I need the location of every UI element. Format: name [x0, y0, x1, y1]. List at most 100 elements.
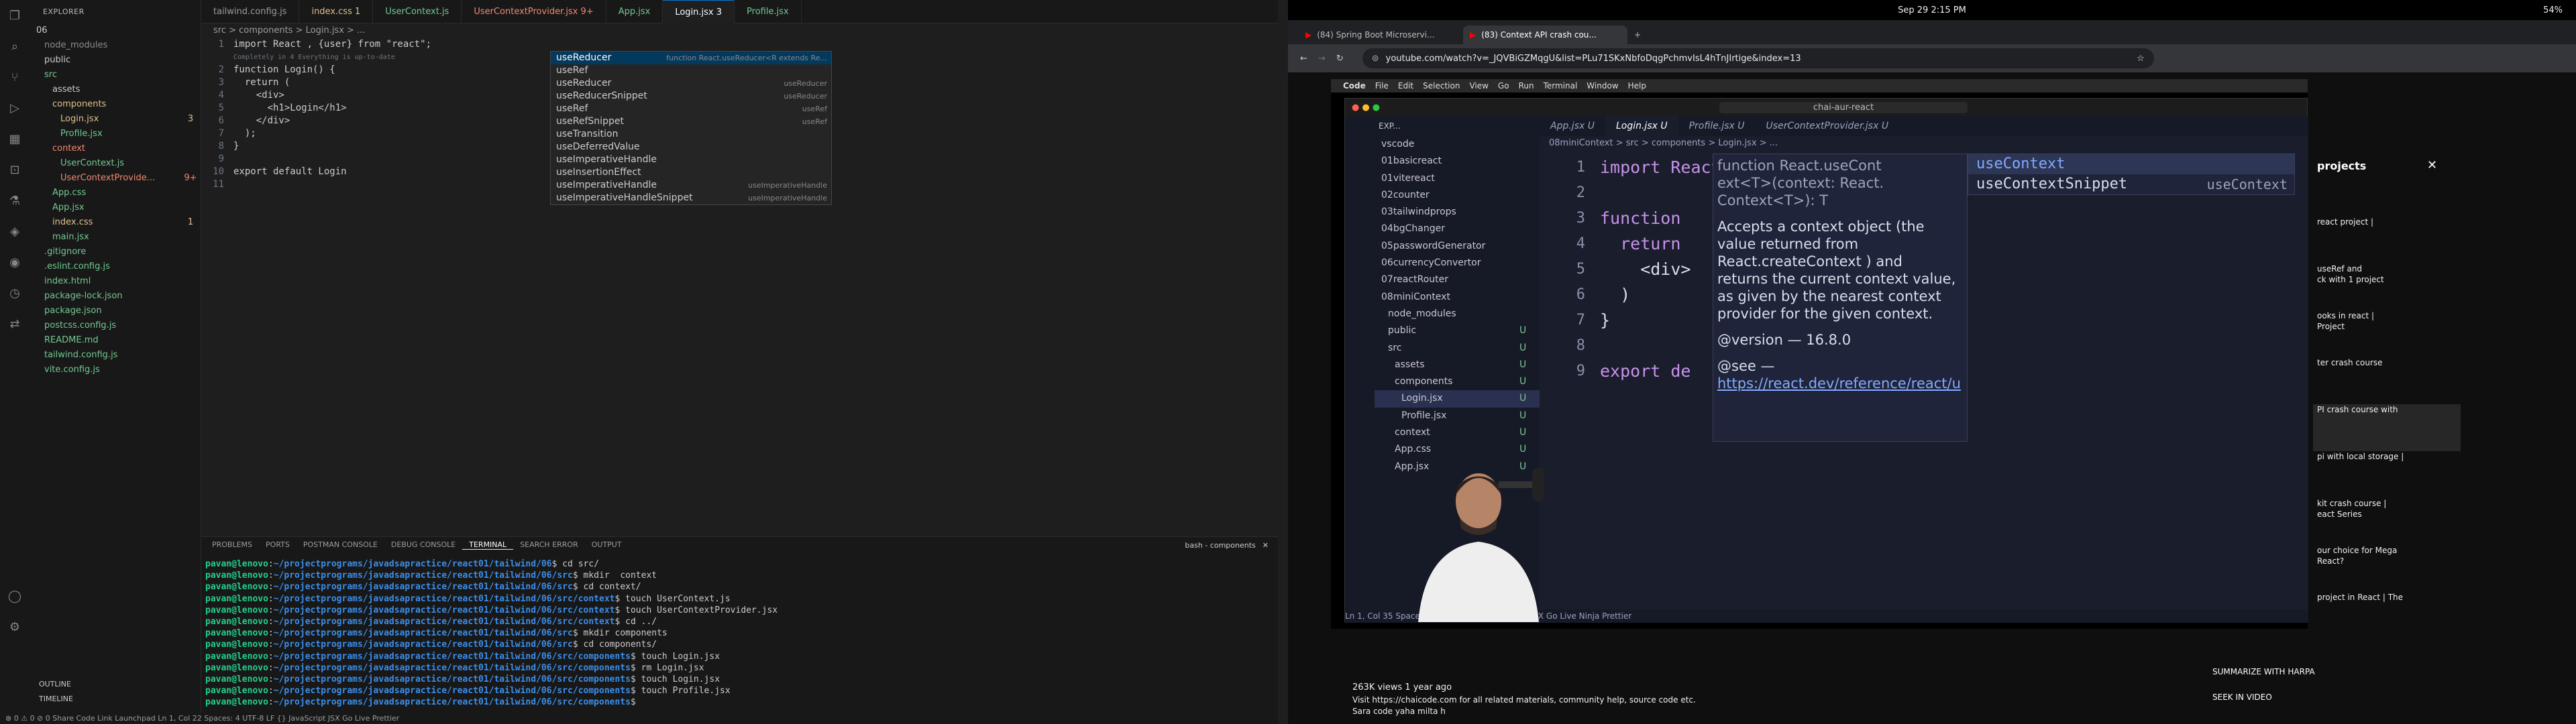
- live-share-icon[interactable]: ⇄: [0, 308, 30, 339]
- summarize-button[interactable]: SUMMARIZE WITH HARPA: [2212, 667, 2315, 676]
- recorded-file-tree: vscode 01basicreact 01vitereact 02counter 03…: [1345, 136, 1540, 475]
- tree-item[interactable]: tailwind.config.js: [30, 348, 201, 363]
- panel-tab[interactable]: PORTS: [259, 540, 297, 550]
- tree-item[interactable]: node_modules: [30, 38, 201, 53]
- editor-tab[interactable]: UserContextProvider.jsx 9+: [462, 0, 606, 23]
- playlist-item[interactable]: react project |: [2313, 217, 2461, 263]
- search-icon[interactable]: ⌕: [0, 31, 30, 62]
- remote-icon[interactable]: ⊡: [0, 154, 30, 185]
- panel-tab[interactable]: SEARCH ERROR: [513, 540, 585, 550]
- outline-section-outline[interactable]: OUTLINE: [30, 677, 201, 692]
- recorded-line-number: 2: [1576, 184, 1585, 201]
- playlist-item[interactable]: PI crash course with: [2313, 404, 2461, 451]
- suggest-item[interactable]: useReducerSnippet useReducer: [551, 90, 831, 103]
- tree-item[interactable]: package.json: [30, 304, 201, 318]
- tree-item[interactable]: assets: [30, 82, 201, 97]
- breadcrumb[interactable]: src > components > Login.jsx > ...: [201, 23, 1278, 38]
- suggest-item[interactable]: useRefSnippet useRef: [551, 115, 831, 128]
- editor-tab[interactable]: index.css 1: [299, 0, 374, 23]
- tree-item[interactable]: index.css 1: [30, 215, 201, 230]
- description-link-line[interactable]: Visit https://chaicode.com for all relat…: [1352, 695, 1696, 705]
- settings-icon[interactable]: ⚙: [0, 611, 30, 642]
- files-icon[interactable]: ❐: [0, 0, 30, 31]
- tree-item[interactable]: README.md: [30, 333, 201, 348]
- testing-icon[interactable]: ⚗: [0, 185, 30, 216]
- docker-icon[interactable]: ◈: [0, 216, 30, 247]
- tree-item[interactable]: UserContext.js: [30, 156, 201, 171]
- seek-button[interactable]: SEEK IN VIDEO: [2212, 692, 2272, 702]
- editor-tab[interactable]: tailwind.config.js: [201, 0, 300, 23]
- close-panel-icon[interactable]: ✕: [1263, 541, 1278, 550]
- playlist-item[interactable]: pi with local storage |: [2313, 451, 2461, 498]
- tree-item[interactable]: Login.jsx 3: [30, 112, 201, 127]
- panel-tab[interactable]: PROBLEMS: [205, 540, 259, 550]
- line-number: 4: [218, 90, 224, 101]
- editor-tab[interactable]: Login.jsx 3: [663, 0, 735, 23]
- tree-item[interactable]: vite.config.js: [30, 363, 201, 377]
- panel-tab[interactable]: TERMINAL: [462, 540, 514, 550]
- playlist-item[interactable]: useRef and ck with 1 project: [2313, 263, 2461, 310]
- suggest-item[interactable]: useRef useRef: [551, 103, 831, 115]
- forward-icon[interactable]: →: [1313, 54, 1331, 64]
- suggest-item[interactable]: useImperativeHandle useImperativeHandle: [551, 179, 831, 192]
- terminal-output[interactable]: pavan@lenovo:~/projectprograms/javadsapr…: [201, 553, 1278, 709]
- tree-item-label: App.css: [52, 188, 87, 198]
- panel-tab[interactable]: DEBUG CONSOLE: [384, 540, 462, 550]
- address-bar[interactable]: ⊜ youtube.com/watch?v=_JQVBiGZMqgU&list=…: [1362, 48, 2154, 68]
- playlist-item[interactable]: kit crash course | eact Series: [2313, 498, 2461, 545]
- editor-tab[interactable]: Profile.jsx: [735, 0, 802, 23]
- back-icon[interactable]: ←: [1295, 54, 1313, 64]
- playlist-item[interactable]: our choice for Mega React?: [2313, 545, 2461, 592]
- suggest-item[interactable]: useReducer useReducer: [551, 77, 831, 90]
- tree-item[interactable]: 06: [30, 23, 201, 38]
- suggest-item[interactable]: useReducer function React.useReducer<R ex…: [551, 52, 831, 64]
- tree-item[interactable]: .gitignore: [30, 245, 201, 259]
- tree-item[interactable]: context: [30, 141, 201, 156]
- run-debug-icon[interactable]: ▷: [0, 93, 30, 123]
- close-playlist-icon[interactable]: ✕: [2427, 158, 2437, 172]
- video-player[interactable]: Code File Edit Selection View Go Run Terminal Wi…: [1331, 79, 2308, 629]
- source-control-icon[interactable]: ⑂: [0, 62, 30, 93]
- tree-item[interactable]: src: [30, 68, 201, 82]
- timeline-icon[interactable]: ◷: [0, 278, 30, 308]
- tree-item[interactable]: main.jsx: [30, 230, 201, 245]
- suggest-widget[interactable]: useReducer function React.useReducer<R ex…: [550, 51, 832, 205]
- hover-doc-line: @see —: [1717, 358, 1775, 374]
- reload-icon[interactable]: ↻: [1331, 54, 1349, 64]
- tree-item[interactable]: App.css: [30, 186, 201, 200]
- playlist-item[interactable]: project in React | The: [2313, 592, 2461, 639]
- tree-item[interactable]: Profile.jsx: [30, 127, 201, 141]
- tree-item[interactable]: public: [30, 53, 201, 68]
- suggest-item[interactable]: useInsertionEffect: [551, 166, 831, 179]
- code-text: }: [233, 141, 239, 152]
- bookmark-icon[interactable]: ☆: [2137, 54, 2154, 64]
- tree-item[interactable]: App.jsx: [30, 200, 201, 215]
- suggest-item[interactable]: useRef: [551, 64, 831, 77]
- suggest-item[interactable]: useTransition: [551, 128, 831, 141]
- suggest-item[interactable]: useDeferredValue: [551, 141, 831, 154]
- editor-tab[interactable]: App.jsx: [606, 0, 663, 23]
- tree-item[interactable]: index.html: [30, 274, 201, 289]
- panel-tab[interactable]: OUTPUT: [585, 540, 629, 550]
- suggest-item[interactable]: useImperativeHandleSnippet useImperativeH…: [551, 192, 831, 204]
- tree-item[interactable]: postcss.config.js: [30, 318, 201, 333]
- account-icon[interactable]: ◯: [0, 581, 30, 611]
- postman-icon[interactable]: ◉: [0, 247, 30, 278]
- browser-tab[interactable]: ▶ (84) Spring Boot Microservi...: [1299, 25, 1463, 44]
- terminal-title[interactable]: bash - components: [1185, 541, 1262, 550]
- site-info-icon[interactable]: ⊜: [1372, 54, 1379, 64]
- tree-item[interactable]: package-lock.json: [30, 289, 201, 304]
- outline-section-timeline[interactable]: TIMELINE: [30, 692, 201, 707]
- new-tab-button[interactable]: +: [1627, 25, 1792, 44]
- panel-tab[interactable]: POSTMAN CONSOLE: [297, 540, 384, 550]
- editor-tab[interactable]: UserContext.js: [373, 0, 462, 23]
- extensions-icon[interactable]: ▦: [0, 123, 30, 154]
- tree-item[interactable]: .eslint.config.js: [30, 259, 201, 274]
- tree-item[interactable]: components: [30, 97, 201, 112]
- tree-item[interactable]: UserContextProvide... 9+: [30, 171, 201, 186]
- url-text[interactable]: youtube.com/watch?v=_JQVBiGZMqgU&list=PL…: [1386, 54, 1801, 64]
- browser-tab[interactable]: ▶ (83) Context API crash cou...: [1463, 25, 1627, 44]
- playlist-item[interactable]: ooks in react | Project: [2313, 310, 2461, 357]
- suggest-item[interactable]: useImperativeHandle: [551, 154, 831, 166]
- playlist-item[interactable]: ter crash course: [2313, 357, 2461, 404]
